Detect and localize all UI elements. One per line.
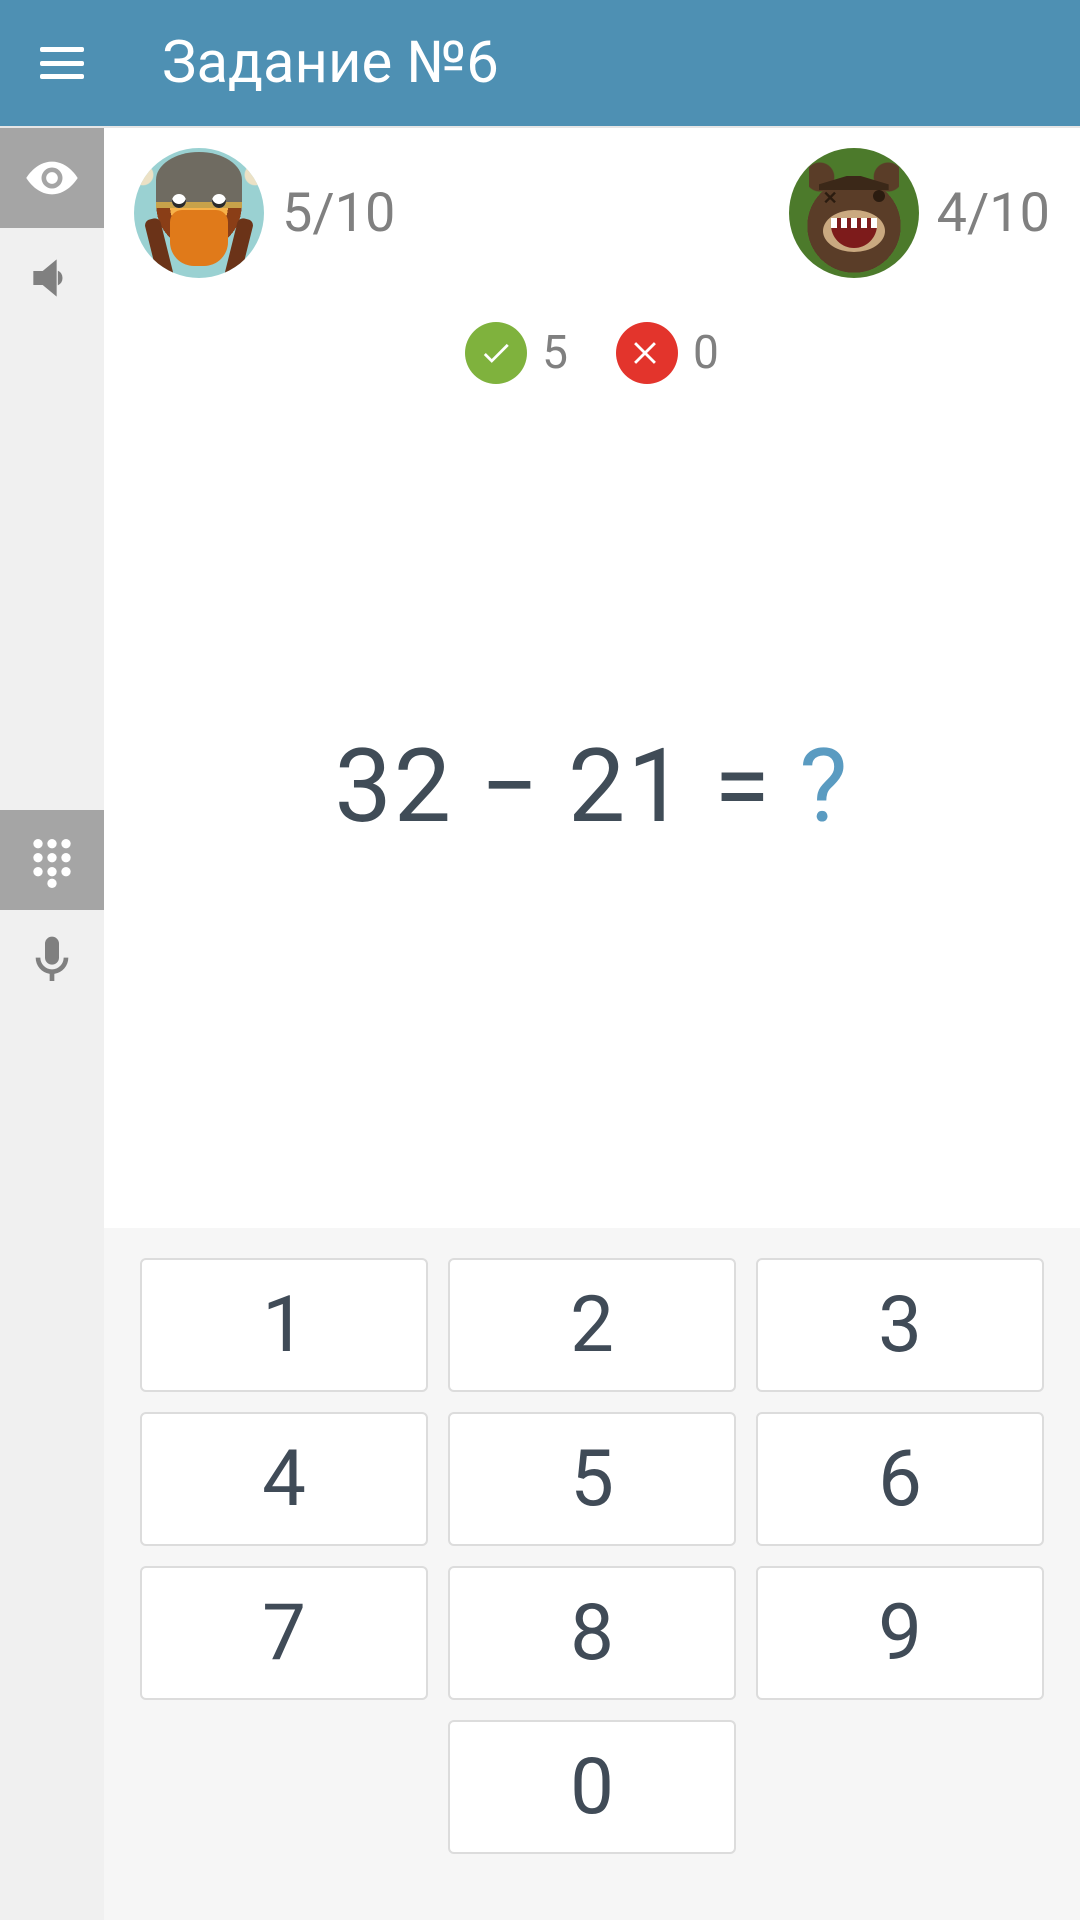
key-8[interactable]: 8 <box>448 1566 736 1700</box>
incorrect-count: 0 <box>693 326 719 380</box>
player-score-text: 5/10 <box>282 182 395 245</box>
eye-icon <box>24 150 80 206</box>
app-header: Задание №6 <box>0 0 1080 128</box>
key-5[interactable]: 5 <box>448 1412 736 1546</box>
page-title: Задание №6 <box>162 29 499 97</box>
score-bar: 5/10 ✕ 4/10 <box>104 128 1080 278</box>
key-0[interactable]: 0 <box>448 1720 736 1854</box>
correct-stat: 5 <box>465 322 568 384</box>
key-1[interactable]: 1 <box>140 1258 428 1392</box>
math-expression: 32 − 21 = ? <box>334 726 849 846</box>
sound-toggle[interactable] <box>0 228 104 328</box>
voice-mode[interactable] <box>0 910 104 1010</box>
answer-stats: 5 0 <box>104 322 1080 384</box>
key-9[interactable]: 9 <box>756 1566 1044 1700</box>
visibility-toggle[interactable] <box>0 128 104 228</box>
key-6[interactable]: 6 <box>756 1412 1044 1546</box>
answer-placeholder: ? <box>799 726 849 846</box>
key-3[interactable]: 3 <box>756 1258 1044 1392</box>
mic-icon <box>24 932 80 988</box>
keypad-panel: 1 2 3 4 5 6 7 8 9 0 <box>104 1228 1080 1920</box>
content: 5/10 ✕ 4/10 5 0 <box>0 128 1080 1920</box>
keypad: 1 2 3 4 5 6 7 8 9 0 <box>140 1258 1044 1854</box>
keypad-icon <box>24 832 80 888</box>
correct-count: 5 <box>542 326 568 380</box>
problem-area: 32 − 21 = ? <box>104 384 1080 1228</box>
player-avatar <box>134 148 264 278</box>
cross-icon <box>616 322 678 384</box>
key-2[interactable]: 2 <box>448 1258 736 1392</box>
left-sidebar <box>0 128 104 1920</box>
key-7[interactable]: 7 <box>140 1566 428 1700</box>
opponent-score-text: 4/10 <box>937 182 1050 245</box>
opponent-score: ✕ 4/10 <box>789 148 1050 278</box>
menu-icon[interactable] <box>40 47 84 79</box>
player-score: 5/10 <box>134 148 395 278</box>
expression-text: 32 − 21 = <box>334 726 799 846</box>
check-icon <box>465 322 527 384</box>
opponent-avatar: ✕ <box>789 148 919 278</box>
main-area: 5/10 ✕ 4/10 5 0 <box>104 128 1080 1920</box>
speaker-icon <box>24 250 80 306</box>
incorrect-stat: 0 <box>616 322 719 384</box>
key-4[interactable]: 4 <box>140 1412 428 1546</box>
keypad-mode[interactable] <box>0 810 104 910</box>
